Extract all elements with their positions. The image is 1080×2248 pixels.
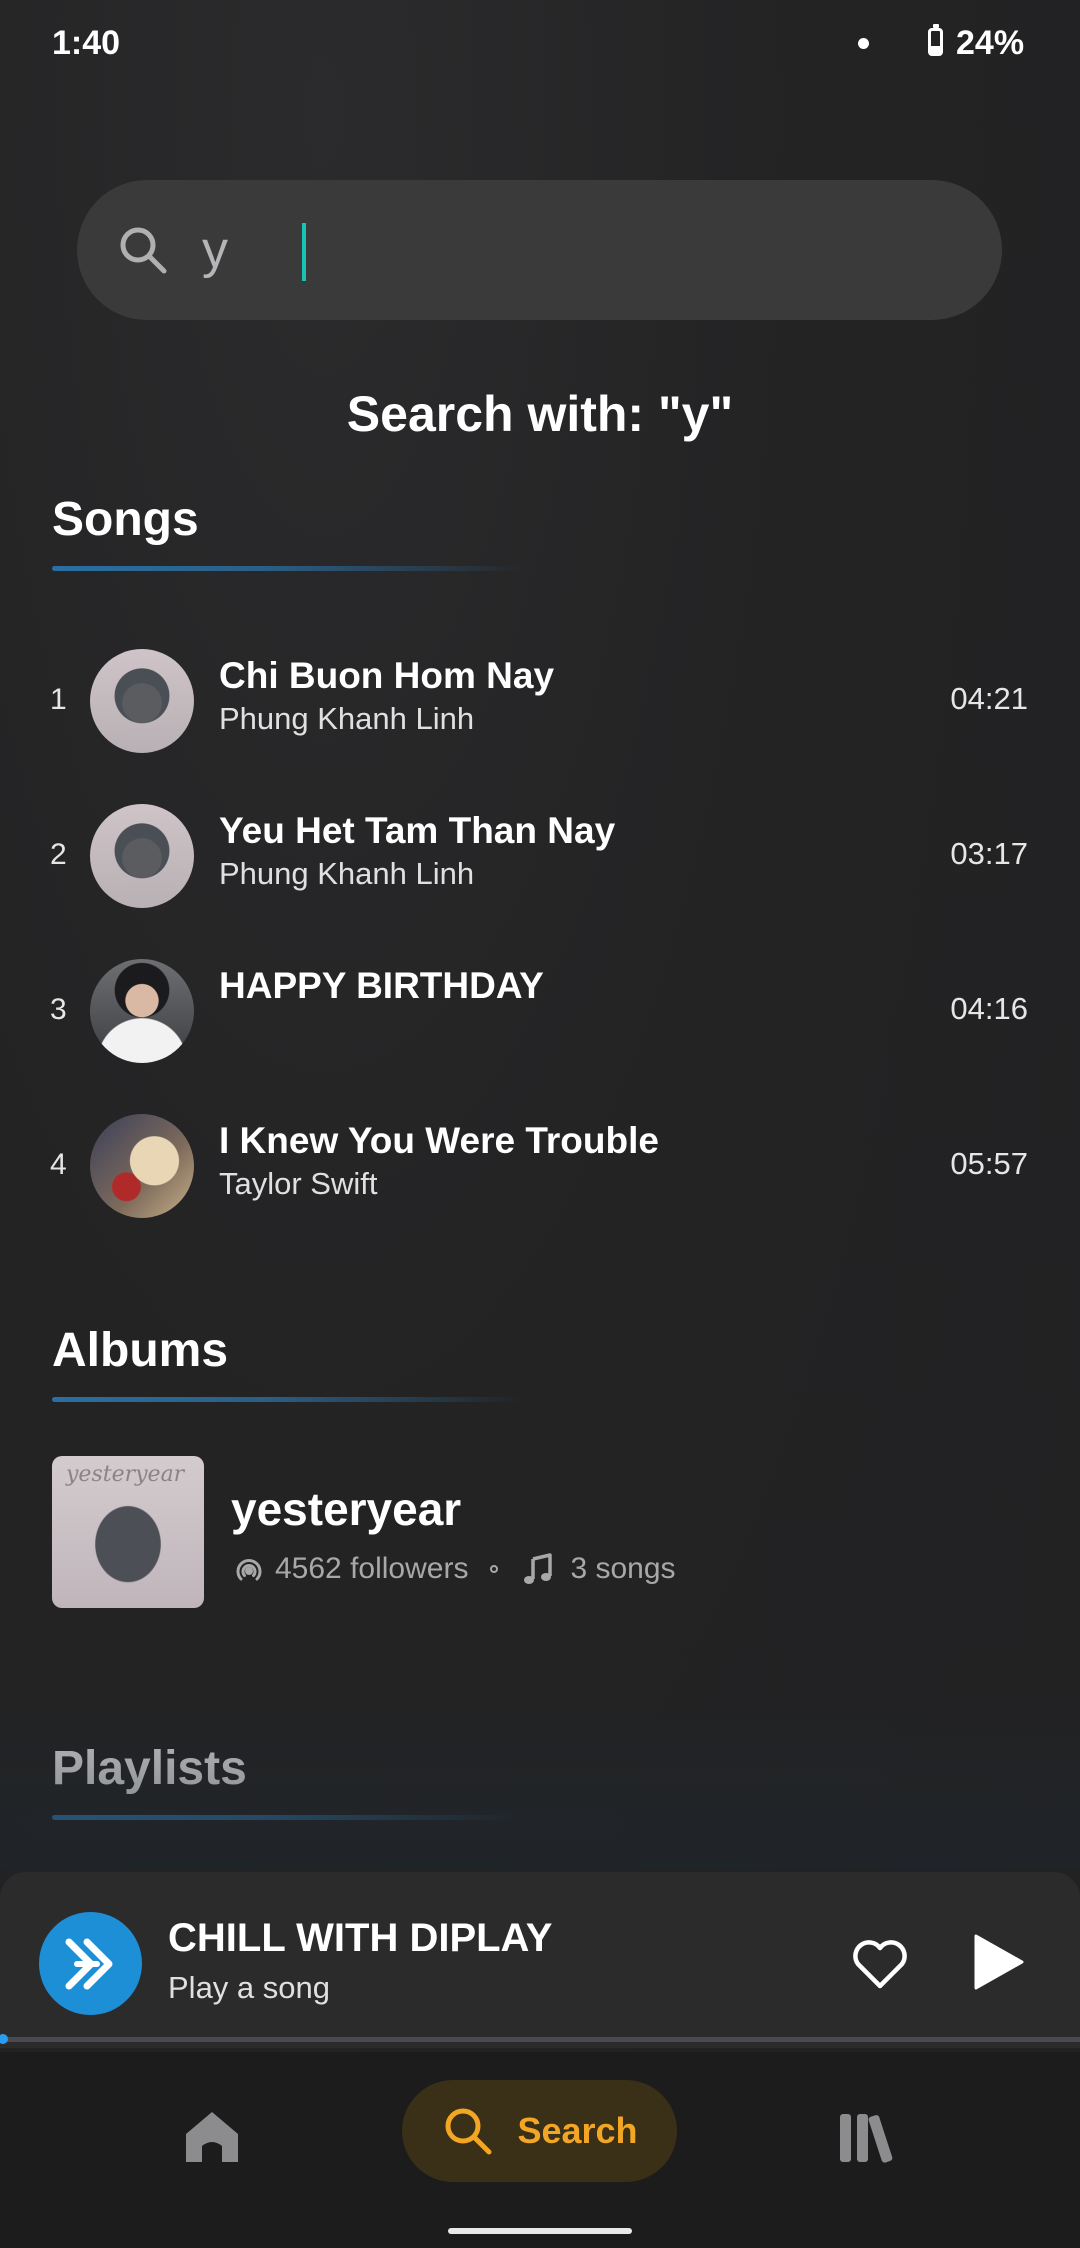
song-artist: Phung Khanh Linh <box>219 856 475 891</box>
song-cover <box>90 959 194 1063</box>
nav-search-label: Search <box>517 2110 638 2151</box>
album-song-count: 3 songs <box>570 1552 676 1585</box>
search-heading: Search with: "y" <box>346 386 734 442</box>
songs-section-title: Songs <box>52 493 199 546</box>
search-bar[interactable] <box>77 180 1002 320</box>
separator-dot <box>490 1565 499 1573</box>
status-bar: 1:40 24% <box>0 0 1080 92</box>
player-subtitle: Play a song <box>168 1970 330 2005</box>
app-logo-icon <box>39 1912 142 2015</box>
search-icon <box>120 227 167 274</box>
album-cover-text: yesteryear <box>66 1462 185 1487</box>
songs-section-underline <box>52 566 522 571</box>
song-duration: 04:21 <box>950 681 1028 716</box>
play-icon[interactable] <box>964 1930 1028 1994</box>
battery-icon <box>928 24 943 56</box>
battery-percent: 24% <box>956 24 1025 62</box>
song-duration: 04:16 <box>950 991 1028 1026</box>
album-cover: yesteryear <box>52 1456 204 1608</box>
bottom-nav: Search <box>0 2052 1080 2248</box>
search-screen: 1:40 24% Search with: "y" Songs 1 Chi Bu… <box>0 0 1080 2248</box>
album-title: yesteryear <box>231 1483 462 1535</box>
heart-icon[interactable] <box>848 1932 912 1996</box>
status-time: 1:40 <box>52 24 121 62</box>
album-followers: 4562 followers <box>275 1552 469 1585</box>
playlists-section-title: Playlists <box>52 1742 247 1795</box>
albums-section-title: Albums <box>52 1324 229 1377</box>
library-icon[interactable] <box>832 2100 904 2172</box>
song-index: 2 <box>50 838 67 871</box>
song-title: Yeu Het Tam Than Nay <box>219 810 616 851</box>
playlists-section-underline <box>52 1815 522 1820</box>
song-duration: 05:57 <box>950 1146 1028 1181</box>
home-indicator[interactable] <box>448 2228 632 2234</box>
song-row[interactable]: 1 Chi Buon Hom Nay Phung Khanh Linh 04:2… <box>0 641 1080 761</box>
albums-section-underline <box>52 1397 522 1402</box>
song-title: I Knew You Were Trouble <box>219 1120 659 1161</box>
song-row[interactable]: 4 I Knew You Were Trouble Taylor Swift 0… <box>0 1106 1080 1226</box>
song-title: Chi Buon Hom Nay <box>219 655 555 696</box>
song-row[interactable]: 3 HAPPY BIRTHDAY 04:16 <box>0 951 1080 1071</box>
playback-progress-bar[interactable] <box>0 2034 1080 2044</box>
search-icon <box>445 2108 492 2155</box>
song-index: 4 <box>50 1148 67 1181</box>
song-artist: Taylor Swift <box>219 1166 378 1201</box>
notification-dot-icon <box>858 38 869 49</box>
song-cover <box>90 649 194 753</box>
text-cursor <box>302 223 306 281</box>
player-title: CHILL WITH DIPLAY <box>168 1916 553 1960</box>
home-icon[interactable] <box>176 2100 248 2172</box>
mini-player[interactable]: CHILL WITH DIPLAY Play a song <box>0 1872 1080 2048</box>
song-duration: 03:17 <box>950 836 1028 871</box>
song-cover <box>90 804 194 908</box>
song-title: HAPPY BIRTHDAY <box>219 965 544 1006</box>
song-artist: Phung Khanh Linh <box>219 701 475 736</box>
album-item[interactable]: yesteryear yesteryear 4562 followers 3 s… <box>52 1456 1032 1608</box>
podcast-icon <box>236 1559 262 1581</box>
album-meta: 4562 followers 3 songs <box>231 1548 676 1590</box>
song-index: 1 <box>50 683 67 716</box>
search-input[interactable] <box>202 210 922 290</box>
song-cover <box>90 1114 194 1218</box>
nav-search-tab[interactable]: Search <box>402 2080 677 2182</box>
song-row[interactable]: 2 Yeu Het Tam Than Nay Phung Khanh Linh … <box>0 796 1080 916</box>
music-note-icon <box>524 1553 553 1584</box>
song-index: 3 <box>50 993 67 1026</box>
